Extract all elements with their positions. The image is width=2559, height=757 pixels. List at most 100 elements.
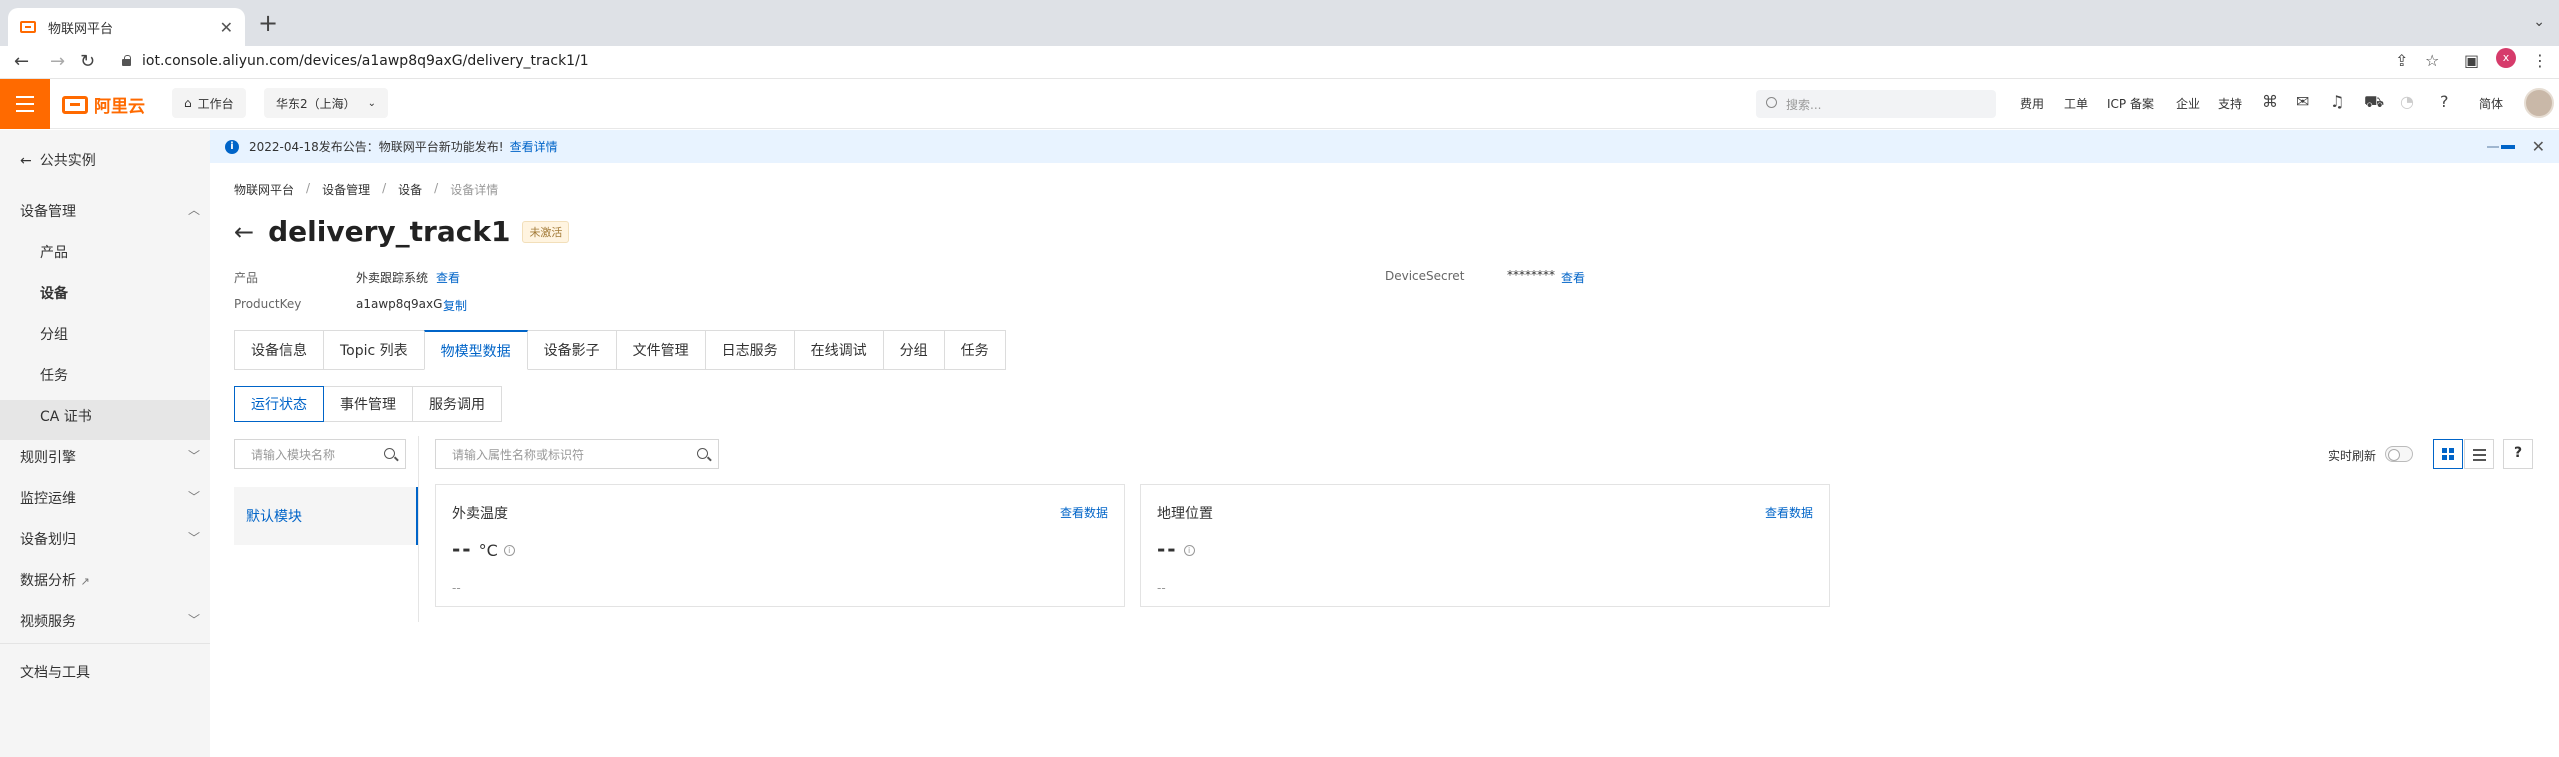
sidebar-section-device-assign[interactable]: 设备划归 ﹀	[20, 529, 200, 549]
module-search-input[interactable]: 请输入模块名称	[234, 439, 406, 469]
sidebar-section-label: 设备划归	[20, 532, 76, 548]
browser-tab[interactable]: 物联网平台 ✕	[8, 8, 245, 46]
forward-icon[interactable]: →	[50, 51, 65, 72]
grid-view-button[interactable]	[2433, 439, 2463, 469]
browser-tab-title: 物联网平台	[48, 21, 114, 37]
sidebar-section-label: 规则引擎	[20, 450, 76, 466]
language-switch[interactable]: 简体	[2479, 95, 2503, 112]
announcement-link[interactable]: 查看详情	[510, 138, 558, 155]
tab-group[interactable]: 分组	[882, 330, 945, 370]
back-icon[interactable]: ←	[14, 51, 29, 72]
help-button[interactable]: ?	[2503, 439, 2533, 469]
sidebar-section-device-mgmt[interactable]: 设备管理 ︿	[20, 201, 200, 221]
url-field[interactable]: iot.console.aliyun.com/devices/a1awp8q9a…	[142, 53, 589, 69]
property-card-location: 地理位置 查看数据 -- i --	[1140, 484, 1830, 607]
region-selector[interactable]: 华东2（上海） ⌄	[264, 88, 388, 118]
reload-icon[interactable]: ↻	[80, 51, 95, 72]
aliyun-logo-icon	[62, 95, 88, 114]
subtab-running-status[interactable]: 运行状态	[234, 386, 324, 422]
toplink-enterprise[interactable]: 企业	[2176, 95, 2200, 112]
sidebar-section-video[interactable]: 视频服务 ﹀	[20, 611, 200, 631]
sidebar-item-group[interactable]: 分组	[40, 324, 68, 344]
card-view-data-link[interactable]: 查看数据	[1765, 504, 1813, 521]
workbench-label: 工作台	[197, 96, 234, 111]
cart-icon[interactable]: ⛟	[2364, 92, 2384, 113]
tab-task[interactable]: 任务	[943, 330, 1006, 370]
breadcrumb-item[interactable]: 物联网平台	[234, 181, 294, 198]
tab-online-debug[interactable]: 在线调试	[793, 330, 884, 370]
cloudshell-icon[interactable]: ⌘	[2262, 92, 2278, 111]
property-search-input[interactable]: 请输入属性名称或标识符	[435, 439, 719, 469]
user-avatar[interactable]	[2524, 88, 2554, 118]
chevron-down-icon: ﹀	[187, 613, 200, 627]
favicon-icon	[20, 21, 36, 33]
toplink-icp[interactable]: ICP 备案	[2107, 95, 2154, 112]
info-icon[interactable]: i	[503, 545, 515, 556]
sidebar-item-task[interactable]: 任务	[40, 365, 68, 385]
status-badge: 未激活	[522, 220, 570, 243]
sidebar-section-monitoring[interactable]: 监控运维 ﹀	[20, 488, 200, 508]
tab-file-mgmt[interactable]: 文件管理	[615, 330, 706, 370]
sidebar-item-device[interactable]: 设备	[40, 283, 68, 303]
sidebar-back-link[interactable]: ← 公共实例	[20, 150, 96, 170]
breadcrumb-item[interactable]: 设备	[398, 181, 422, 198]
product-label: 产品	[234, 271, 259, 285]
share-icon[interactable]: ⇪	[2395, 51, 2408, 70]
sidebar-section-label: 监控运维	[20, 491, 76, 507]
product-view-link[interactable]: 查看	[436, 269, 460, 286]
toplink-support[interactable]: 支持	[2218, 95, 2242, 112]
card-unit: °C	[478, 541, 498, 560]
close-icon[interactable]: ✕	[2532, 137, 2545, 156]
console-search-input[interactable]: 搜索...	[1756, 90, 1996, 118]
tab-search-icon[interactable]: ⌄	[2533, 14, 2545, 30]
arrow-left-icon[interactable]: ←	[234, 218, 254, 246]
subtab-service-call[interactable]: 服务调用	[412, 386, 502, 422]
workbench-button[interactable]: ⌂ 工作台	[172, 88, 246, 118]
realtime-refresh-toggle[interactable]	[2385, 446, 2413, 462]
carousel-dot[interactable]	[2487, 146, 2499, 148]
info-icon[interactable]: i	[1183, 545, 1195, 556]
subtab-event-mgmt[interactable]: 事件管理	[323, 386, 413, 422]
bookmark-star-icon[interactable]: ☆	[2425, 51, 2439, 70]
sidebar-section-rules[interactable]: 规则引擎 ﹀	[20, 447, 200, 467]
home-icon: ⌂	[184, 96, 192, 110]
sidebar-item-product[interactable]: 产品	[40, 242, 68, 262]
sidebar-docs-tools[interactable]: 文档与工具	[20, 662, 200, 682]
tab-close-icon[interactable]: ✕	[220, 18, 233, 37]
sidebar-section-label: 数据分析	[20, 573, 76, 589]
sidebar-section-data-analysis[interactable]: 数据分析 ↗	[20, 570, 200, 590]
list-view-button[interactable]	[2464, 439, 2494, 469]
search-icon	[697, 448, 708, 459]
devicesecret-view-link[interactable]: 查看	[1561, 269, 1585, 286]
productkey-copy-link[interactable]: 复制	[443, 297, 467, 314]
tab-device-shadow[interactable]: 设备影子	[526, 330, 617, 370]
chevron-down-icon: ﹀	[187, 531, 200, 545]
lightbulb-icon[interactable]: ◔	[2400, 92, 2414, 111]
new-tab-button[interactable]: +	[258, 10, 278, 36]
browser-menu-icon[interactable]: ⋮	[2532, 51, 2548, 70]
tab-device-info[interactable]: 设备信息	[234, 330, 324, 370]
sidebar-section-label: 设备管理	[20, 204, 76, 220]
card-view-data-link[interactable]: 查看数据	[1060, 504, 1108, 521]
tab-tsl-data[interactable]: 物模型数据	[423, 330, 528, 370]
tab-topic-list[interactable]: Topic 列表	[323, 330, 425, 370]
toplink-tickets[interactable]: 工单	[2064, 95, 2088, 112]
breadcrumb-item[interactable]: 设备管理	[322, 181, 370, 198]
product-value: 外卖跟踪系统	[356, 271, 429, 285]
aliyun-logo[interactable]: 阿里云	[62, 92, 145, 117]
tab-log-service[interactable]: 日志服务	[704, 330, 795, 370]
chevron-down-icon: ﹀	[187, 449, 200, 463]
help-circle-icon[interactable]: ?	[2440, 92, 2449, 111]
lock-icon[interactable]	[122, 55, 132, 66]
sidebar-item-ca-cert[interactable]: CA 证书	[40, 406, 92, 426]
notification-bell-icon[interactable]: ♫	[2330, 92, 2344, 111]
profile-avatar[interactable]: x	[2496, 48, 2516, 68]
menu-hamburger-icon[interactable]	[0, 79, 50, 129]
sidepanel-icon[interactable]: ▣	[2464, 51, 2479, 70]
module-item-default[interactable]: 默认模块	[234, 487, 418, 545]
toplink-billing[interactable]: 费用	[2020, 95, 2044, 112]
message-icon[interactable]: ✉	[2296, 92, 2309, 111]
question-icon: ?	[2513, 445, 2523, 461]
carousel-dot-active[interactable]	[2501, 145, 2515, 149]
card-value: -- i	[1157, 537, 1195, 561]
